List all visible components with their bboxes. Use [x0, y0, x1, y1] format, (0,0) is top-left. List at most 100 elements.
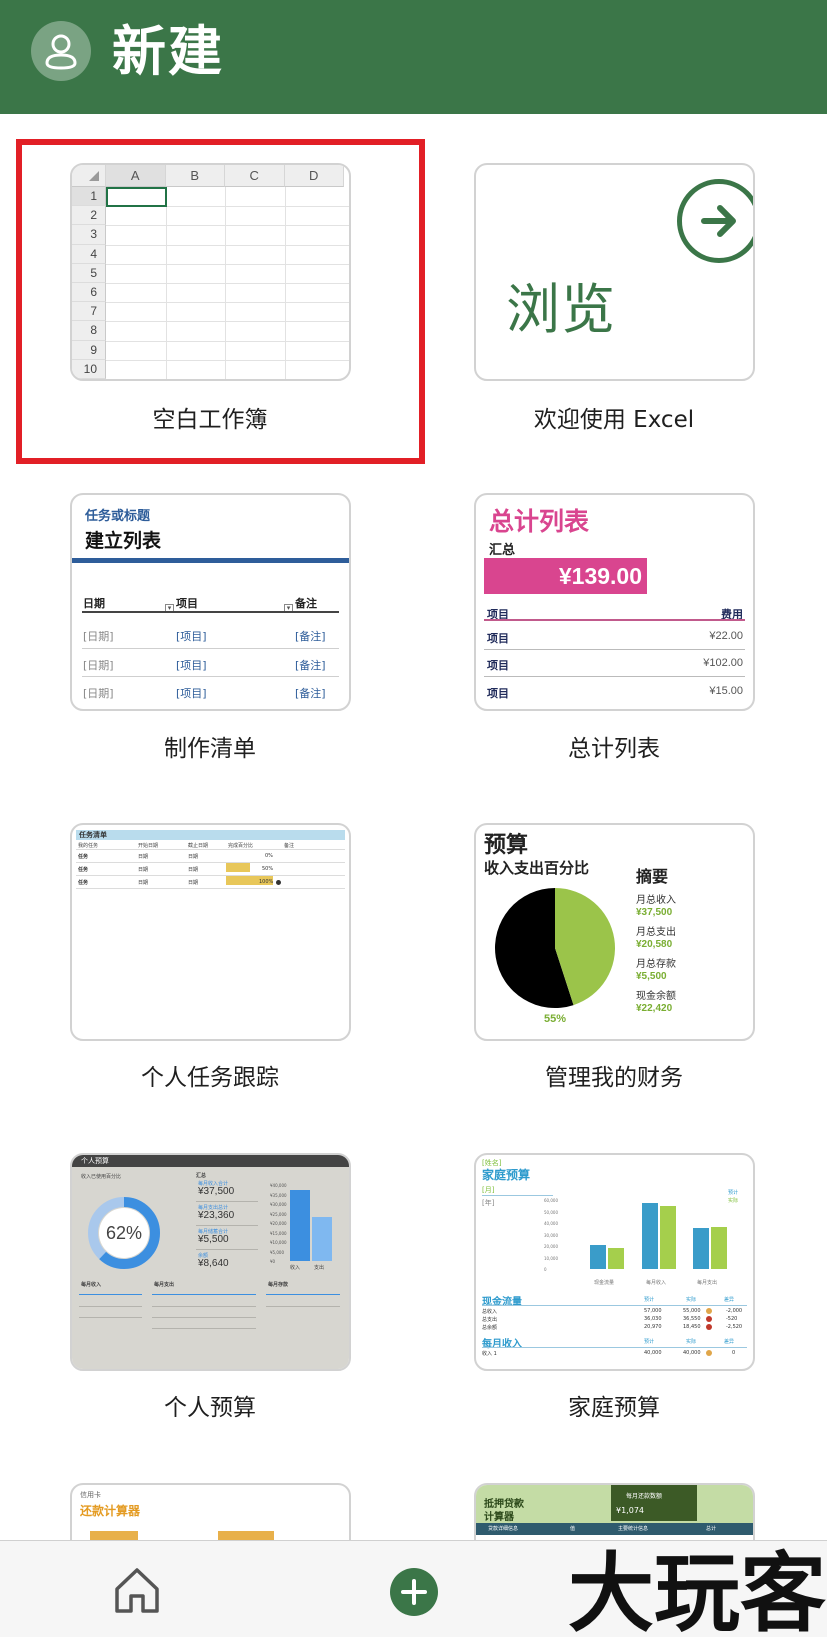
table-title: 每月存款 — [268, 1282, 289, 1288]
axis-tick: 50,000 — [544, 1209, 558, 1215]
amount-divider — [196, 1201, 258, 1202]
checklist-cell: [日期] — [83, 659, 114, 672]
table-title: 每月收入 — [81, 1282, 102, 1288]
template-personal-budget[interactable]: 个人预算 收入已使用百分比 62% 汇总 每月收入合计 ¥37,500 每月支出… — [70, 1153, 351, 1371]
bar-expense — [312, 1216, 332, 1261]
template-checklist[interactable]: 任务或标题 建立列表 日期 项目 备注 ▾ ▾ [日期] [项目] [备注] [… — [70, 493, 351, 711]
checklist-header-notes: 备注 — [295, 597, 317, 610]
template-label-checklist[interactable]: 制作清单 — [20, 734, 400, 764]
axis-tick: ¥10,000 — [270, 1240, 287, 1245]
checklist-subtitle: 任务或标题 — [85, 509, 151, 524]
checklist-title: 建立列表 — [85, 530, 162, 552]
task-column: 完成百分比 — [228, 843, 254, 849]
axis-tick: 40,000 — [544, 1221, 558, 1226]
total-header-line — [484, 619, 745, 621]
template-label-browse[interactable]: 欢迎使用 Excel — [424, 405, 804, 435]
template-total-list[interactable]: 总计列表 汇总 ¥139.00 项目 费用 项目 ¥22.00 项目 ¥102.… — [474, 493, 755, 711]
family-year-tag: [年] — [482, 1199, 495, 1207]
personal-budget-header: 个人预算 — [81, 1157, 109, 1165]
personal-budget-caption: 收入已使用百分比 — [81, 1174, 122, 1180]
family-legend: 实际 — [728, 1198, 739, 1204]
family-cashflow-cell: 36,550 — [683, 1316, 701, 1322]
total-row-line — [484, 649, 745, 650]
axis-tick: 30,000 — [544, 1232, 558, 1238]
table-row-line — [266, 1306, 340, 1307]
axis-tick: ¥40,000 — [270, 1183, 287, 1188]
family-chart-cat: 现金流量 — [594, 1280, 615, 1286]
family-section-line — [482, 1305, 747, 1306]
axis-tick: ¥0 — [270, 1259, 276, 1264]
family-chart-cat: 每月收入 — [646, 1280, 667, 1286]
add-button[interactable] — [390, 1568, 438, 1616]
family-bar — [642, 1203, 658, 1269]
browse-text: 浏览 — [506, 278, 616, 341]
family-cashflow-cell: 20,970 — [644, 1324, 662, 1330]
table-row-line — [152, 1317, 256, 1318]
family-cashflow-cell: 总余额 — [482, 1325, 498, 1331]
family-status-dot — [706, 1308, 712, 1314]
template-label-personal-budget[interactable]: 个人预算 — [20, 1393, 400, 1423]
bar-label: 支出 — [314, 1265, 325, 1271]
template-label-tasks[interactable]: 个人任务跟踪 — [20, 1063, 400, 1093]
family-section-line — [482, 1347, 747, 1348]
checklist-row-line — [82, 648, 339, 649]
table-row-line — [152, 1328, 256, 1329]
amount-value: ¥8,640 — [198, 1258, 229, 1269]
family-status-dot — [706, 1324, 712, 1330]
family-title: 家庭预算 — [482, 1168, 531, 1182]
template-family-budget[interactable]: [姓名] 家庭预算 [月] [年] 60,000 50,000 40,000 30,0… — [474, 1153, 755, 1371]
checklist-header-line — [82, 611, 339, 613]
axis-tick: ¥15,000 — [270, 1230, 287, 1236]
checklist-cell: [日期] — [83, 630, 114, 643]
template-task-tracker[interactable]: 任务清单 我的任务 开始日期 截止日期 完成百分比 备注 任务 日期 日期 0%… — [70, 823, 351, 1041]
family-cashflow-cell: -2,520 — [726, 1324, 743, 1330]
total-summary-value: ¥139.00 — [484, 558, 647, 594]
axis-tick: ¥5,000 — [270, 1249, 284, 1255]
task-cell: 日期 — [188, 867, 199, 873]
template-label-family-budget[interactable]: 家庭预算 — [424, 1393, 804, 1423]
family-bar — [693, 1227, 709, 1269]
axis-tick: 60,000 — [544, 1198, 558, 1203]
axis-tick: 20,000 — [544, 1244, 558, 1249]
home-button[interactable] — [112, 1565, 162, 1615]
task-cell: 50% — [262, 866, 274, 872]
family-legend: 预计 — [728, 1190, 739, 1196]
task-column: 截止日期 — [188, 843, 209, 849]
personal-budget-topbar — [72, 1155, 349, 1167]
amount-value: ¥37,500 — [198, 1186, 235, 1197]
finance-item-value: ¥5,500 — [636, 971, 667, 982]
checklist-cell: [备注] — [295, 687, 326, 700]
template-finance[interactable]: 预算 收入支出百分比 55% 摘要 月总收入 ¥37,500 月总支出 ¥20,… — [474, 823, 755, 1041]
task-cell: 任务 — [78, 880, 89, 886]
checklist-cell: [日期] — [83, 687, 114, 700]
mortgage-box-value: ¥1,074 — [616, 1506, 644, 1515]
template-browse[interactable]: 浏览 — [474, 163, 755, 381]
task-cell: 任务 — [78, 867, 89, 873]
finance-item-label: 月总收入 — [636, 895, 676, 906]
task-header-band — [76, 830, 345, 840]
finance-item-label: 月总支出 — [636, 927, 676, 938]
task-column: 我的任务 — [78, 843, 99, 849]
family-bar — [711, 1226, 727, 1269]
arrow-right-circle-icon — [677, 179, 753, 263]
family-bar — [590, 1244, 606, 1269]
total-row-item: 项目 — [487, 632, 509, 645]
mortgage-strip-text: 贷款详细信息 — [488, 1526, 519, 1532]
finance-item-value: ¥20,580 — [636, 939, 673, 950]
family-cashflow-cell: 总支出 — [482, 1317, 498, 1323]
family-cashflow-cell: 36,030 — [644, 1316, 662, 1322]
family-status-dot — [706, 1316, 712, 1322]
family-chart-cat: 每月支出 — [697, 1280, 718, 1286]
task-cell: 日期 — [138, 880, 149, 886]
table-row-line — [152, 1306, 256, 1307]
table-title: 每月支出 — [154, 1282, 175, 1288]
task-cell: 日期 — [138, 867, 149, 873]
template-label-finance[interactable]: 管理我的财务 — [424, 1063, 804, 1093]
credit-card-subtitle: 信用卡 — [80, 1491, 101, 1499]
template-label-total[interactable]: 总计列表 — [424, 734, 804, 764]
task-cell: 日期 — [138, 854, 149, 860]
checklist-cell: [项目] — [176, 687, 207, 700]
family-income-cell: 收入 1 — [482, 1351, 497, 1357]
axis-tick: 10,000 — [544, 1255, 558, 1261]
account-button[interactable] — [31, 21, 91, 81]
